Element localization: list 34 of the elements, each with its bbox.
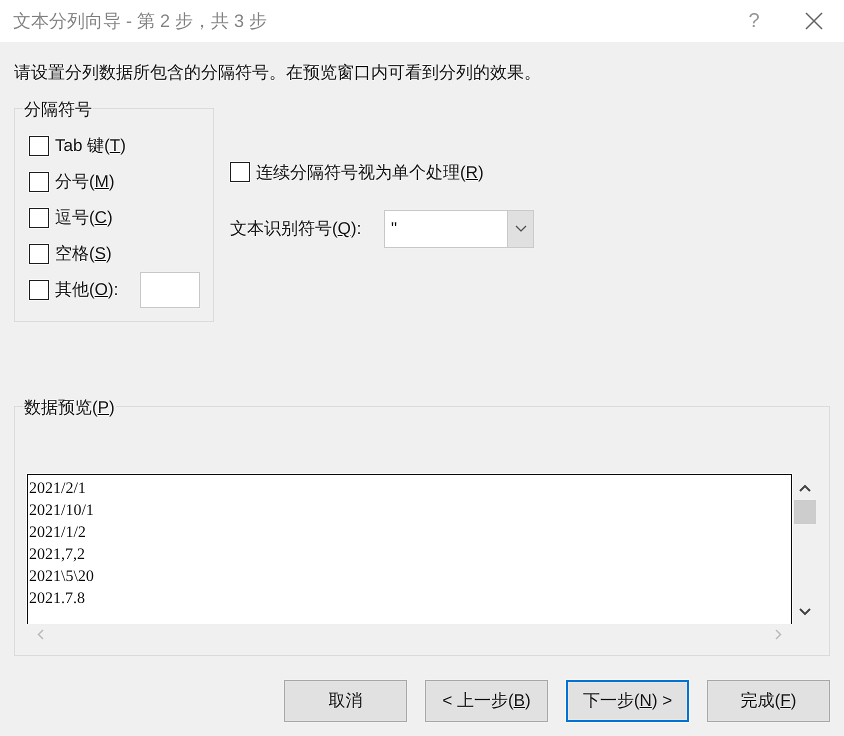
- preview-row-text: 2021/1/2: [29, 522, 87, 542]
- preview-row-text: 2021/10/1: [29, 500, 95, 520]
- dialog-button[interactable]: 完成(F): [707, 680, 830, 722]
- scroll-up-icon[interactable]: [799, 484, 811, 492]
- checkbox[interactable]: [29, 244, 49, 264]
- checkbox[interactable]: [29, 136, 49, 156]
- scrollbar-thumb[interactable]: [794, 500, 816, 524]
- other-input-field[interactable]: [140, 272, 200, 308]
- checkbox[interactable]: [230, 162, 250, 182]
- preview-row-text: 2021\5\20: [29, 566, 95, 586]
- checkbox-label: 其他(O):: [55, 278, 118, 301]
- checkbox-label: 连续分隔符号视为单个处理(R): [256, 162, 484, 184]
- close-icon: [805, 12, 823, 30]
- preview-row-text: 2021/2/1: [29, 478, 87, 498]
- checkbox-label: 空格(S): [55, 242, 112, 265]
- preview-row-text: 2021,7,2: [29, 544, 86, 564]
- qualifier-label: 文本识别符号(Q):: [230, 218, 362, 240]
- scroll-down-icon[interactable]: [799, 608, 811, 616]
- window-title: 文本分列向导 - 第 2 步，共 3 步: [13, 10, 268, 32]
- dialog-button[interactable]: 取消: [284, 680, 407, 722]
- qualifier-dropdown[interactable]: ": [384, 210, 534, 248]
- preview-row-text: 2021.7.8: [29, 588, 86, 608]
- dialog-button[interactable]: 下一步(N) >: [566, 680, 689, 722]
- checkbox[interactable]: [29, 172, 49, 192]
- checkbox-label: 分号(M): [55, 170, 115, 193]
- dialog-button[interactable]: < 上一步(B): [425, 680, 548, 722]
- chevron-down-icon: [514, 225, 526, 233]
- instruction-text: 请设置分列数据所包含的分隔符号。在预览窗口内可看到分列的效果。: [14, 62, 542, 84]
- dropdown-value: ": [390, 218, 398, 240]
- checkbox-label: Tab 键(T): [55, 134, 126, 157]
- checkbox[interactable]: [29, 280, 49, 300]
- dropdown-toggle[interactable]: [507, 211, 533, 247]
- checkbox[interactable]: [29, 208, 49, 228]
- checkbox-label: 逗号(C): [55, 206, 113, 229]
